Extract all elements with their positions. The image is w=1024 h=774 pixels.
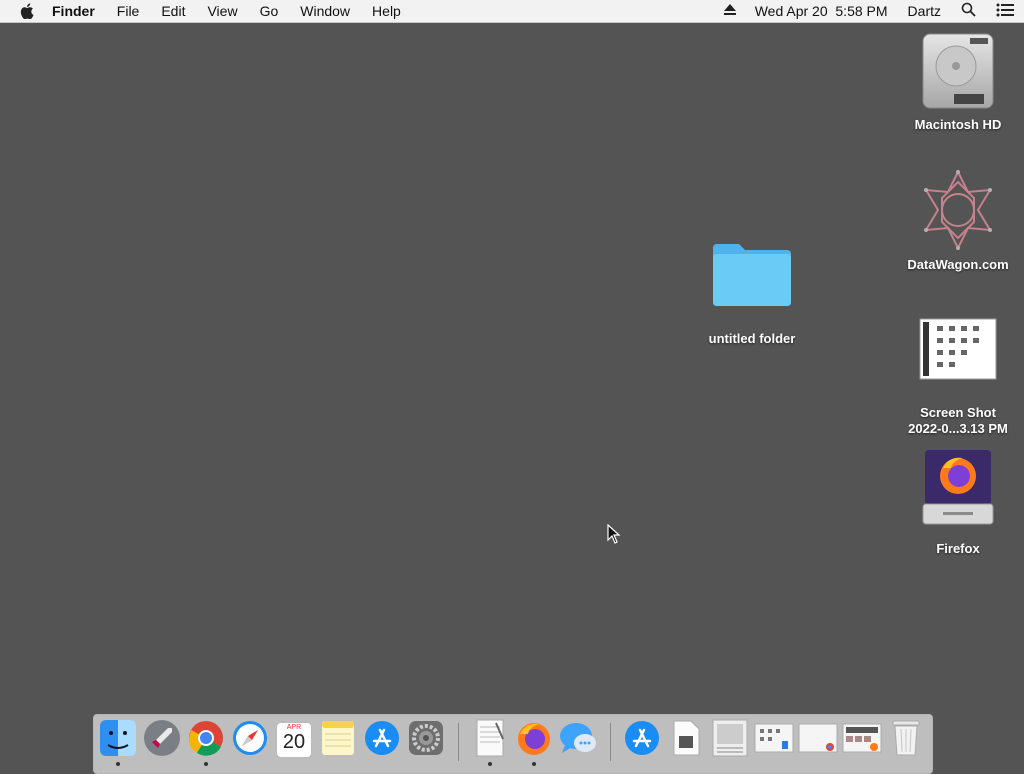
dock-app-store[interactable] bbox=[362, 720, 402, 760]
calendar-icon: APR 20 bbox=[276, 722, 312, 758]
menu-user[interactable]: Dartz bbox=[908, 3, 941, 19]
trash-icon bbox=[891, 719, 921, 762]
dock-system-preferences[interactable] bbox=[406, 720, 446, 760]
calendar-day: 20 bbox=[282, 731, 306, 753]
dock-messages[interactable] bbox=[558, 720, 598, 760]
notes-icon bbox=[321, 720, 355, 761]
desktop-icon-label-line2: 2022-0...3.13 PM bbox=[908, 421, 1008, 436]
running-indicator bbox=[204, 762, 208, 766]
hard-drive-icon bbox=[920, 32, 996, 117]
document-icon bbox=[671, 720, 701, 761]
launchpad-rocket-icon bbox=[143, 719, 181, 762]
dock-screenshot-4[interactable] bbox=[842, 720, 882, 760]
mouse-cursor-icon bbox=[607, 523, 621, 549]
dock-screenshot-3[interactable] bbox=[798, 720, 838, 760]
finder-icon bbox=[99, 719, 137, 762]
menu-go[interactable]: Go bbox=[260, 0, 279, 22]
dock-trash[interactable] bbox=[886, 720, 926, 760]
menu-help[interactable]: Help bbox=[372, 0, 401, 22]
dock-screenshot-1[interactable] bbox=[710, 719, 750, 762]
menu-bar: Finder File Edit View Go Window Help Wed… bbox=[0, 0, 1024, 23]
desktop-icon-firefox[interactable]: Firefox bbox=[898, 446, 1018, 557]
desktop-icon-label: Macintosh HD bbox=[914, 117, 1002, 132]
screenshot-thumbnail-icon bbox=[798, 723, 838, 758]
dock-separator bbox=[458, 723, 459, 761]
desktop-icon-label-line1: Screen Shot bbox=[920, 405, 996, 420]
notification-center-icon[interactable] bbox=[996, 3, 1014, 20]
desktop-icon-datawagon[interactable]: DataWagon.com bbox=[898, 168, 1018, 273]
menu-clock[interactable]: Wed Apr 20 5:58 PM bbox=[755, 3, 888, 19]
dock-applications-folder[interactable] bbox=[622, 720, 662, 760]
desktop-icon-label: DataWagon.com bbox=[907, 257, 1009, 272]
menu-app-finder[interactable]: Finder bbox=[52, 0, 95, 22]
menu-edit[interactable]: Edit bbox=[161, 0, 185, 22]
desktop-icon-screenshot[interactable]: Screen Shot 2022-0...3.13 PM bbox=[898, 318, 1018, 437]
dock-documents[interactable] bbox=[666, 720, 706, 760]
desktop-icon-label: Firefox bbox=[936, 541, 980, 556]
running-indicator bbox=[532, 762, 536, 766]
app-store-icon bbox=[364, 720, 400, 761]
firefox-disk-icon bbox=[921, 446, 995, 533]
apple-menu-icon[interactable] bbox=[18, 2, 36, 20]
textedit-icon bbox=[474, 719, 506, 762]
datawagon-logo-icon bbox=[916, 168, 1000, 257]
firefox-icon bbox=[516, 720, 552, 761]
dock-firefox[interactable] bbox=[514, 720, 554, 760]
dock-finder[interactable] bbox=[98, 719, 138, 762]
menu-view[interactable]: View bbox=[207, 0, 237, 22]
menu-window[interactable]: Window bbox=[300, 0, 350, 22]
screenshot-thumbnail-icon bbox=[919, 318, 997, 385]
screenshot-thumbnail-icon bbox=[712, 719, 748, 762]
dock-textedit[interactable] bbox=[470, 719, 510, 762]
calendar-month: APR bbox=[286, 724, 302, 731]
dock-screenshot-2[interactable] bbox=[754, 720, 794, 760]
screenshot-thumbnail-icon bbox=[754, 723, 794, 758]
spotlight-search-icon[interactable] bbox=[961, 2, 976, 20]
dock-calendar[interactable]: APR 20 bbox=[274, 720, 314, 760]
folder-icon bbox=[711, 240, 793, 313]
messages-bubble-icon bbox=[559, 721, 597, 760]
chrome-icon bbox=[188, 720, 224, 761]
gear-icon bbox=[408, 720, 444, 761]
menu-file[interactable]: File bbox=[117, 0, 140, 22]
safari-compass-icon bbox=[232, 720, 268, 761]
dock-launchpad[interactable] bbox=[142, 719, 182, 762]
dock: APR 20 bbox=[93, 714, 933, 774]
dock-safari[interactable] bbox=[230, 720, 270, 760]
dock-chrome[interactable] bbox=[186, 720, 226, 760]
running-indicator bbox=[116, 762, 120, 766]
app-store-folder-icon bbox=[624, 720, 660, 761]
dock-separator bbox=[610, 723, 611, 761]
desktop-icon-macintosh-hd[interactable]: Macintosh HD bbox=[898, 32, 1018, 133]
desktop-icon-untitled-folder[interactable]: untitled folder bbox=[692, 240, 812, 347]
desktop-icon-label: untitled folder bbox=[708, 331, 796, 346]
dock-notes[interactable] bbox=[318, 720, 358, 760]
screenshot-thumbnail-icon bbox=[842, 723, 882, 758]
running-indicator bbox=[488, 762, 492, 766]
eject-icon[interactable] bbox=[723, 3, 737, 19]
